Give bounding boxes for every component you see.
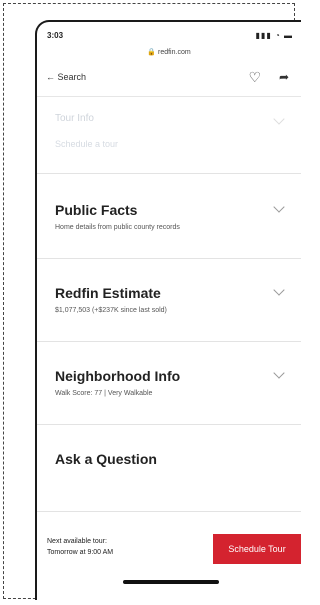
status-time: 3:03	[47, 31, 64, 40]
section-title: Tour Info	[55, 113, 94, 124]
lock-icon: 🔒	[147, 49, 157, 56]
back-label: Search	[57, 72, 87, 82]
section-tour-info[interactable]: Tour Info Schedule a tour	[37, 97, 301, 174]
chevron-down-icon	[273, 113, 285, 125]
heart-icon[interactable]: ♡	[248, 69, 261, 86]
section-subtitle: Schedule a tour	[55, 139, 119, 149]
status-bar: 3:03 ▮▮▮ ◔ ▬	[37, 22, 301, 48]
section-title: Public Facts	[55, 202, 138, 218]
next-tour-info: Next available tour: Tomorrow at 9:00 AM	[47, 536, 113, 558]
home-indicator[interactable]	[123, 580, 219, 584]
url-text: redfin.com	[157, 49, 191, 56]
share-icon[interactable]: ➦	[279, 70, 289, 84]
section-neighborhood-info[interactable]: Neighborhood Info Walk Score: 77 | Very …	[37, 342, 301, 425]
section-title: Neighborhood Info	[55, 368, 181, 384]
phone-screen: 3:03 ▮▮▮ ◔ ▬ 🔒 redfin.com ← Search ♡ ➦ T…	[35, 20, 301, 600]
section-subtitle: $1,077,503 (+$237K since last sold)	[55, 307, 167, 314]
tour-bar: Next available tour: Tomorrow at 9:00 AM…	[37, 522, 301, 582]
back-button[interactable]: ← Search	[46, 72, 86, 82]
section-subtitle: Walk Score: 77 | Very Walkable	[55, 390, 153, 397]
section-public-facts[interactable]: Public Facts Home details from public co…	[37, 174, 301, 259]
arrow-left-icon: ←	[46, 72, 55, 82]
section-title: Ask a Question	[55, 451, 157, 467]
tour-line-1: Next available tour:	[47, 538, 107, 545]
status-icons: ▮▮▮ ◔ ▬	[255, 31, 293, 40]
section-redfin-estimate[interactable]: Redfin Estimate $1,077,503 (+$237K since…	[37, 259, 301, 342]
section-subtitle: Home details from public county records	[55, 224, 180, 231]
section-title: Redfin Estimate	[55, 285, 161, 301]
top-nav: ← Search ♡ ➦	[37, 62, 301, 97]
tour-line-2: Tomorrow at 9:00 AM	[47, 549, 114, 556]
section-ask-question[interactable]: Ask a Question	[37, 425, 301, 512]
url-bar[interactable]: 🔒 redfin.com	[37, 48, 301, 62]
schedule-tour-button[interactable]: Schedule Tour	[213, 534, 301, 564]
